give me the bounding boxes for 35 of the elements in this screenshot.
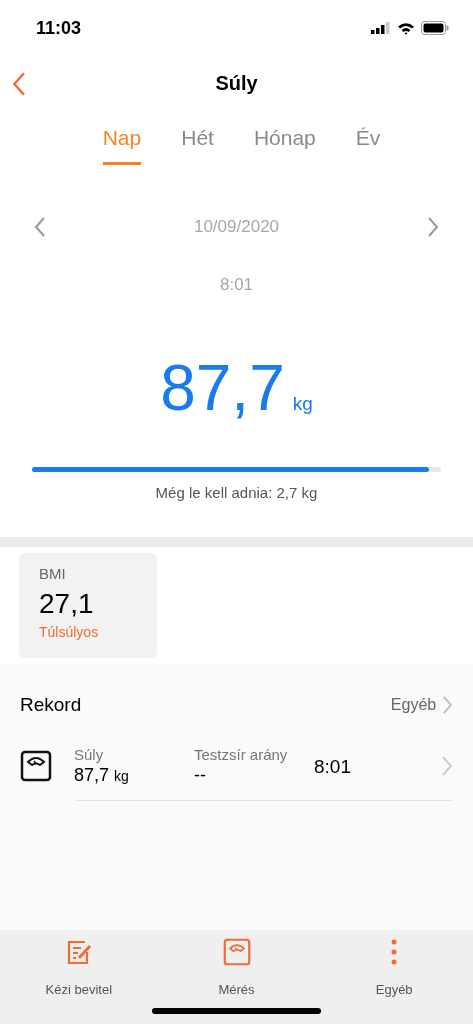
date-label: 10/09/2020 (193, 217, 280, 237)
weight-value: 87,7 (160, 351, 285, 425)
scale-icon (20, 750, 52, 782)
bottom-bar-item[interactable]: Mérés (157, 938, 316, 1024)
weight-unit: kg (292, 393, 313, 415)
body-fat-value: -- (194, 765, 207, 786)
page-title: Súly (215, 71, 258, 95)
bmi-status: Túlsúlyos (39, 624, 100, 640)
period-tab[interactable]: Év (355, 116, 381, 165)
weight-label: Súly (74, 746, 105, 763)
chevron-right-icon (442, 696, 453, 714)
scale-icon (222, 938, 251, 966)
next-day-button[interactable] (427, 217, 439, 237)
period-tab[interactable]: Hét (181, 116, 214, 165)
previous-day-button[interactable] (34, 217, 46, 237)
signal-icon (371, 22, 391, 34)
bottom-bar-item[interactable]: Kézi bevitel (0, 938, 158, 1024)
record-time: 8:01 (314, 756, 351, 778)
goal-remaining-text: Még le kell adnia: 2,7 kg (154, 484, 319, 501)
wifi-icon (397, 21, 415, 35)
more-link[interactable]: Egyéb (390, 696, 453, 714)
section-title: Rekord (20, 694, 82, 716)
body-fat-label: Testzsír arány (194, 746, 289, 763)
period-tab[interactable]: Hónap (253, 116, 316, 165)
chevron-right-icon (441, 756, 453, 776)
chevron-left-icon (34, 217, 46, 237)
bmi-label: BMI (39, 565, 67, 582)
time-label: 8:01 (219, 275, 254, 294)
back-icon (12, 72, 27, 96)
battery-icon (421, 21, 449, 35)
chevron-right-icon (427, 217, 439, 237)
status-time: 11:03 (36, 17, 82, 39)
more-icon (391, 938, 398, 966)
bmi-value: 27,1 (39, 588, 95, 620)
record-weight: 87,7 kg (74, 765, 130, 786)
